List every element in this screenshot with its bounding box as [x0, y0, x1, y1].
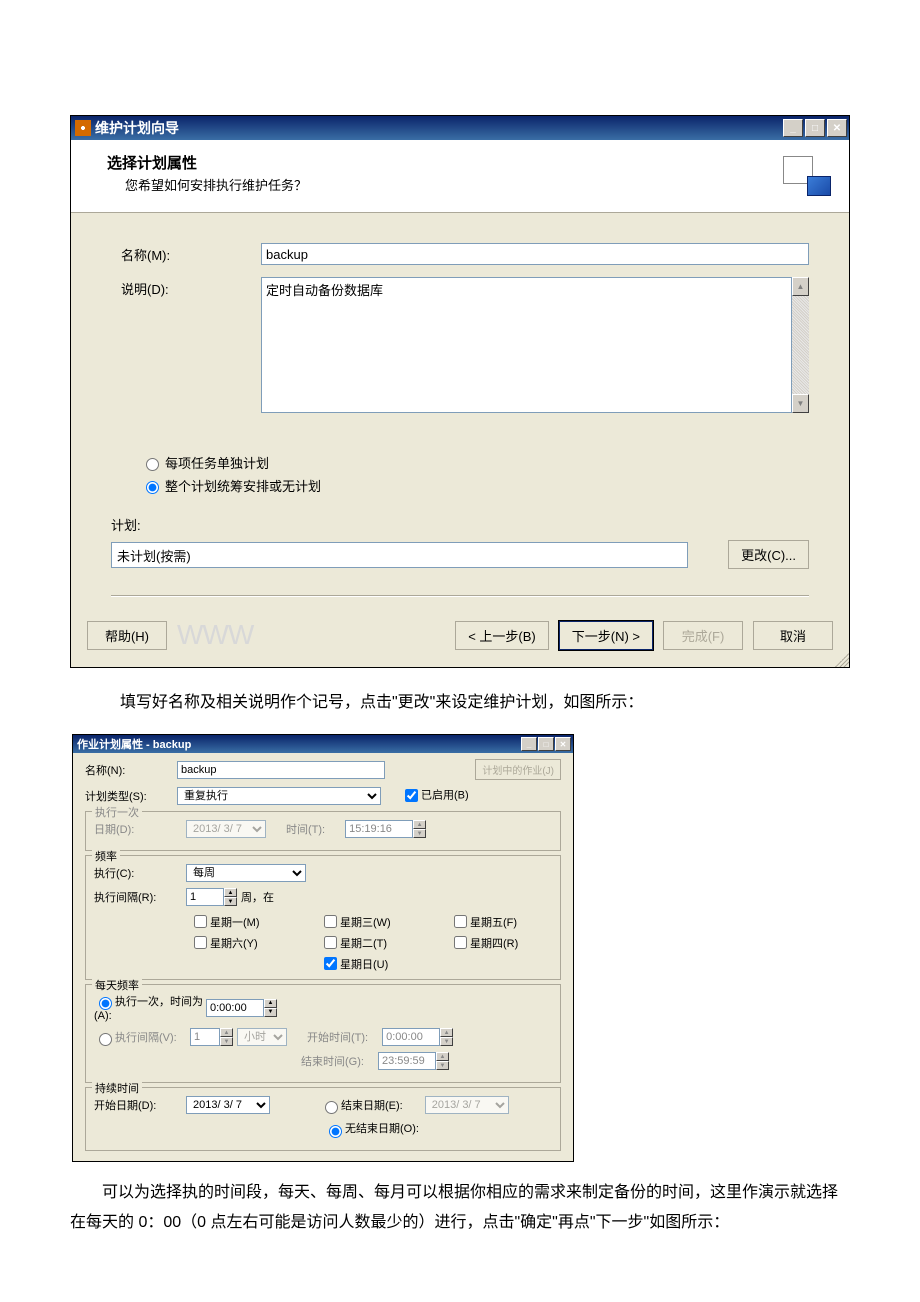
back-button[interactable]: < 上一步(B) — [455, 621, 549, 650]
description-textarea[interactable]: 定时自动备份数据库 — [261, 277, 792, 413]
textarea-scrollbar[interactable]: ▲ ▼ — [792, 277, 809, 413]
doc-paragraph-2: 可以为选择执的时间段，每天、每周、每月可以根据你相应的需求来制定备份的时间，这里… — [70, 1178, 850, 1239]
daily-frequency-group: 每天频率 执行一次，时间为(A): ▲▼ 执行间隔(V): ▲▼ 小时 开始时间… — [85, 984, 561, 1083]
daily-once-radio[interactable]: 执行一次，时间为(A): — [94, 993, 206, 1022]
titlebar[interactable]: 作业计划属性 - backup _ □ ✕ — [73, 735, 573, 753]
wizard-header-icon — [783, 152, 829, 194]
maintenance-wizard-dialog: 维护计划向导 _ □ ✕ 选择计划属性 您希望如何安排执行维护任务？ 名称(M)… — [70, 115, 850, 668]
schedule-type-select[interactable]: 重复执行 — [177, 787, 381, 805]
doc-paragraph-1: 填写好名称及相关说明作个记号，点击"更改"来设定维护计划，如图所示： — [120, 688, 850, 718]
cancel-button[interactable]: 取消 — [753, 621, 833, 650]
name-input[interactable] — [177, 761, 385, 779]
enabled-checkbox[interactable]: 已启用(B) — [401, 786, 469, 805]
type-label: 计划类型(S): — [85, 788, 177, 804]
once-time-label: 时间(T): — [286, 821, 325, 837]
name-label: 名称(M): — [111, 243, 261, 265]
once-date-label: 日期(D): — [94, 821, 186, 837]
day-fri[interactable]: 星期五(F) — [450, 912, 530, 931]
watermark: WWW — [177, 619, 253, 650]
interval-label: 执行间隔(R): — [94, 889, 186, 905]
start-date-label: 开始日期(D): — [94, 1097, 186, 1113]
radio-separate-plan[interactable]: 每项任务单独计划 — [141, 453, 809, 472]
name-input[interactable] — [261, 243, 809, 265]
close-icon[interactable]: ✕ — [827, 119, 847, 137]
window-title: 维护计划向导 — [95, 118, 179, 138]
duration-group: 持续时间 开始日期(D): 2013/ 3/ 7 结束日期(E): 2013/ … — [85, 1087, 561, 1150]
day-mon[interactable]: 星期一(M) — [190, 912, 270, 931]
next-button[interactable]: 下一步(N) > — [559, 621, 653, 650]
end-date-select: 2013/ 3/ 7 — [425, 1096, 509, 1114]
job-schedule-dialog: 作业计划属性 - backup _ □ ✕ 名称(N): 计划中的作业(J) 计… — [72, 734, 574, 1161]
resize-grip-icon[interactable] — [835, 653, 849, 667]
run-once-group: 执行一次 日期(D): 2013/ 3/ 7 时间(T): ▲▼ — [85, 811, 561, 851]
start-date-select[interactable]: 2013/ 3/ 7 — [186, 1096, 270, 1114]
description-label: 说明(D): — [111, 277, 261, 413]
day-sat[interactable]: 星期六(Y) — [190, 933, 270, 952]
titlebar[interactable]: 维护计划向导 _ □ ✕ — [71, 116, 849, 140]
radio-single-plan[interactable]: 整个计划统筹安排或无计划 — [141, 476, 809, 495]
end-date-radio[interactable]: 结束日期(E): — [320, 1097, 403, 1114]
daily-once-time[interactable] — [206, 999, 264, 1017]
maximize-icon[interactable]: □ — [805, 119, 825, 137]
plan-display: 未计划(按需) — [111, 542, 688, 568]
minimize-icon[interactable]: _ — [783, 119, 803, 137]
maximize-icon[interactable]: □ — [538, 737, 554, 751]
day-wed[interactable]: 星期三(W) — [320, 912, 400, 931]
day-sun[interactable]: 星期日(U) — [320, 954, 400, 973]
window-title: 作业计划属性 - backup — [77, 736, 191, 752]
once-date-select: 2013/ 3/ 7 — [186, 820, 266, 838]
day-thu[interactable]: 星期四(R) — [450, 933, 530, 952]
name-label: 名称(N): — [85, 762, 177, 778]
jobs-in-plan-button: 计划中的作业(J) — [475, 759, 561, 780]
minimize-icon[interactable]: _ — [521, 737, 537, 751]
interval-input[interactable] — [186, 888, 224, 906]
header-subtitle: 您希望如何安排执行维护任务？ — [107, 175, 783, 194]
occurs-label: 执行(C): — [94, 865, 186, 881]
scroll-up-icon[interactable]: ▲ — [792, 277, 809, 296]
wizard-header: 选择计划属性 您希望如何安排执行维护任务？ — [71, 140, 849, 213]
once-time-input — [345, 820, 413, 838]
header-title: 选择计划属性 — [107, 152, 783, 173]
frequency-group: 频率 执行(C): 每周 执行间隔(R): ▲▼ 周，在 星期一(M) 星期三(… — [85, 855, 561, 980]
daily-every-radio[interactable]: 执行间隔(V): — [94, 1029, 190, 1046]
wizard-icon — [75, 120, 91, 136]
plan-label: 计划: — [111, 515, 809, 534]
no-end-date-radio[interactable]: 无结束日期(O): — [324, 1120, 419, 1137]
help-button[interactable]: 帮助(H) — [87, 621, 167, 650]
change-button[interactable]: 更改(C)... — [728, 540, 809, 569]
scroll-down-icon[interactable]: ▼ — [792, 394, 809, 413]
day-tue[interactable]: 星期二(T) — [320, 933, 400, 952]
finish-button: 完成(F) — [663, 621, 743, 650]
occurs-select[interactable]: 每周 — [186, 864, 306, 882]
close-icon[interactable]: ✕ — [555, 737, 571, 751]
